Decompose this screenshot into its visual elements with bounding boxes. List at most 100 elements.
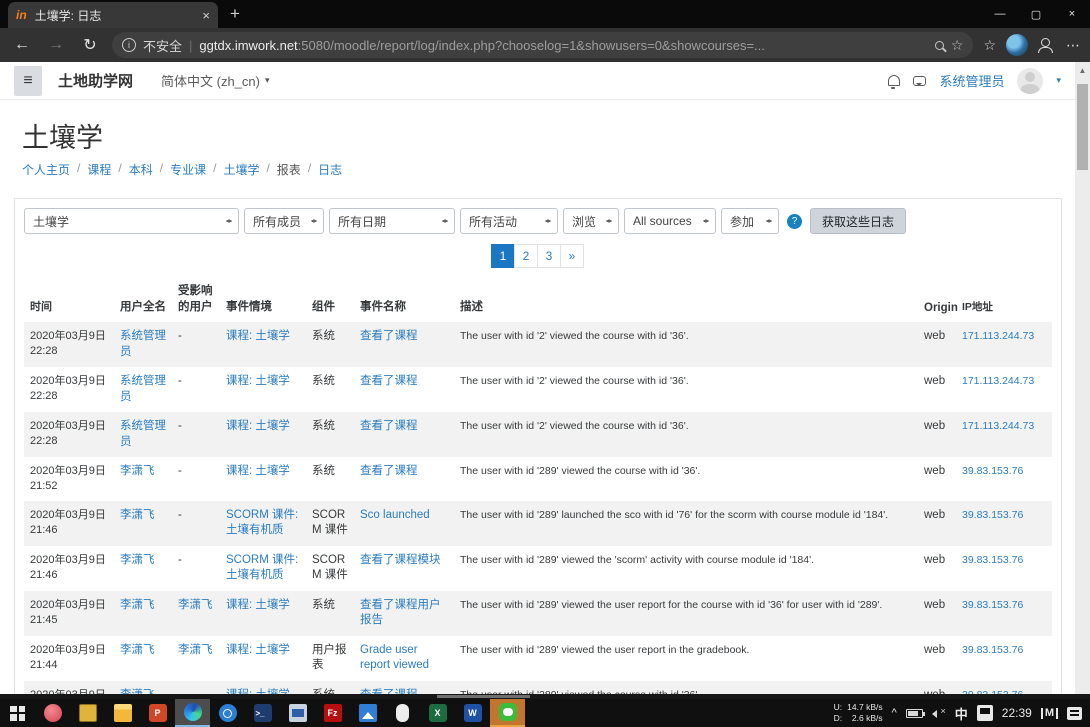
wechat-taskbar-icon[interactable] xyxy=(490,699,525,727)
messages-chat-icon[interactable] xyxy=(913,76,926,86)
cell-affected-user-link[interactable]: 李潇飞 xyxy=(172,636,220,681)
cell-ip-link[interactable]: 171.113.244.73 xyxy=(956,367,1052,412)
page-button-1[interactable]: 1 xyxy=(491,244,515,268)
hamburger-menu-icon[interactable]: ≡ xyxy=(14,66,42,96)
cell-event-name-link[interactable]: 查看了课程 xyxy=(354,322,454,367)
browser-tab[interactable]: in 土壤学: 日志 × xyxy=(8,2,218,28)
powershell-taskbar-icon[interactable]: >_ xyxy=(245,699,280,727)
cell-ip-link[interactable]: 39.83.153.76 xyxy=(956,681,1052,694)
back-icon[interactable]: ← xyxy=(10,36,34,54)
refresh-icon[interactable]: ↻ xyxy=(78,35,102,55)
site-name[interactable]: 土地助学网 xyxy=(58,70,133,91)
share-person-icon[interactable] xyxy=(1038,37,1056,53)
page-button-3[interactable]: 3 xyxy=(537,244,561,268)
cell-event-context-link[interactable]: SCORM 课件: 土壤有机质 xyxy=(220,546,306,591)
bookmark-star-icon[interactable]: ☆ xyxy=(951,37,964,54)
cell-event-name-link[interactable]: 查看了课程 xyxy=(354,681,454,694)
cell-user-link[interactable]: 系统管理员 xyxy=(114,412,172,457)
breadcrumb-item[interactable]: 个人主页 xyxy=(22,161,70,178)
breadcrumb-item[interactable]: 土壤学 xyxy=(223,161,259,178)
cell-event-context-link[interactable]: 课程: 土壤学 xyxy=(220,412,306,457)
cell-ip-link[interactable]: 39.83.153.76 xyxy=(956,457,1052,501)
favorites-bar-icon[interactable]: ☆ xyxy=(983,37,996,54)
notifications-bell-icon[interactable] xyxy=(888,75,900,86)
action-center-icon[interactable] xyxy=(1067,707,1082,720)
vertical-scrollbar-thumb[interactable] xyxy=(1077,84,1088,170)
logged-in-username[interactable]: 系统管理员 xyxy=(939,71,1004,90)
ime-language-indicator[interactable]: 中 xyxy=(955,704,968,723)
scroll-up-arrow-icon[interactable]: ▲ xyxy=(1075,62,1090,75)
volume-muted-icon[interactable]: × xyxy=(932,708,946,719)
cell-user-link[interactable]: 李潇飞 xyxy=(114,501,172,546)
cell-ip-link[interactable]: 39.83.153.76 xyxy=(956,546,1052,591)
box-taskbar-icon[interactable] xyxy=(70,699,105,727)
breadcrumb-item[interactable]: 专业课 xyxy=(170,161,206,178)
new-tab-button[interactable]: + xyxy=(230,4,240,24)
breadcrumb-item[interactable]: 课程 xyxy=(87,161,111,178)
cell-event-context-link[interactable]: 课程: 土壤学 xyxy=(220,591,306,636)
cell-ip-link[interactable]: 39.83.153.76 xyxy=(956,591,1052,636)
cell-ip-link[interactable]: 171.113.244.73 xyxy=(956,412,1052,457)
address-bar[interactable]: i 不安全 | ggtdx.imwork.net:5080/moodle/rep… xyxy=(112,32,973,58)
minimize-button[interactable]: — xyxy=(982,0,1018,28)
participants-filter-select[interactable]: 所有成员 xyxy=(244,208,324,234)
cell-event-name-link[interactable]: 查看了课程 xyxy=(354,412,454,457)
cell-ip-link[interactable]: 39.83.153.76 xyxy=(956,636,1052,681)
edulevel-filter-select[interactable]: 参加 xyxy=(721,208,779,234)
filezilla-taskbar-icon[interactable]: Fz xyxy=(315,699,350,727)
help-icon[interactable]: ? xyxy=(787,214,802,229)
ppt-taskbar-icon[interactable]: P xyxy=(140,699,175,727)
horizontal-scrollbar-thumb[interactable] xyxy=(437,695,530,698)
close-button[interactable]: × xyxy=(1054,0,1090,28)
excel-taskbar-icon[interactable]: X xyxy=(420,699,455,727)
remote-taskbar-icon[interactable] xyxy=(280,699,315,727)
photos-taskbar-icon[interactable] xyxy=(350,699,385,727)
cell-user-link[interactable]: 李潇飞 xyxy=(114,457,172,501)
taskbar-clock[interactable]: 22:39 xyxy=(1002,706,1032,720)
cell-event-context-link[interactable]: 课程: 土壤学 xyxy=(220,681,306,694)
sources-filter-select[interactable]: All sources xyxy=(624,208,716,234)
tray-expand-chevron-icon[interactable]: ^ xyxy=(892,707,897,719)
search-icon[interactable] xyxy=(935,41,944,50)
cell-user-link[interactable]: 李潇飞 xyxy=(114,636,172,681)
forward-icon[interactable]: → xyxy=(44,36,68,54)
cell-event-name-link[interactable]: 查看了课程 xyxy=(354,457,454,501)
tab-close-icon[interactable]: × xyxy=(202,8,210,23)
cell-affected-user-link[interactable]: 李潇飞 xyxy=(172,591,220,636)
cell-event-context-link[interactable]: 课程: 土壤学 xyxy=(220,457,306,501)
cell-event-name-link[interactable]: Sco launched xyxy=(354,501,454,546)
browser-profile-avatar[interactable] xyxy=(1006,34,1028,56)
cell-event-context-link[interactable]: 课程: 土壤学 xyxy=(220,322,306,367)
cell-ip-link[interactable]: 171.113.244.73 xyxy=(956,322,1052,367)
get-logs-button[interactable]: 获取这些日志 xyxy=(810,208,906,234)
search-taskbar-icon[interactable] xyxy=(210,699,245,727)
date-filter-select[interactable]: 所有日期 xyxy=(329,208,455,234)
course-filter-select[interactable]: 土壤学 xyxy=(24,208,239,234)
start-taskbar-icon[interactable] xyxy=(0,699,35,727)
battery-icon[interactable] xyxy=(906,709,923,718)
language-selector[interactable]: 简体中文 (zh_cn) ▾ xyxy=(161,71,270,90)
page-button-next[interactable]: » xyxy=(560,244,584,268)
cell-event-context-link[interactable]: 课程: 土壤学 xyxy=(220,367,306,412)
ime-toolbar-icon[interactable] xyxy=(977,705,993,721)
cell-user-link[interactable]: 李潇飞 xyxy=(114,546,172,591)
cell-event-name-link[interactable]: 查看了课程 xyxy=(354,367,454,412)
breadcrumb-item[interactable]: 本科 xyxy=(129,161,153,178)
cell-event-name-link[interactable]: Grade user report viewed xyxy=(354,636,454,681)
breadcrumb-item[interactable]: 日志 xyxy=(318,161,342,178)
cell-user-link[interactable]: 李潇飞 xyxy=(114,591,172,636)
page-button-2[interactable]: 2 xyxy=(514,244,538,268)
maximize-button[interactable]: ▢ xyxy=(1018,0,1054,28)
info-icon[interactable]: i xyxy=(122,38,136,52)
user-avatar[interactable] xyxy=(1017,68,1043,94)
utility-taskbar-icon[interactable] xyxy=(385,699,420,727)
cell-user-link[interactable]: 系统管理员 xyxy=(114,322,172,367)
menu-dots-icon[interactable]: ⋯ xyxy=(1066,37,1080,54)
user-menu-caret-icon[interactable]: ▾ xyxy=(1056,75,1061,86)
word-taskbar-icon[interactable]: W xyxy=(455,699,490,727)
explorer-taskbar-icon[interactable] xyxy=(105,699,140,727)
cell-event-name-link[interactable]: 查看了课程用户报告 xyxy=(354,591,454,636)
cell-event-context-link[interactable]: 课程: 土壤学 xyxy=(220,636,306,681)
cell-event-name-link[interactable]: 查看了课程模块 xyxy=(354,546,454,591)
media-taskbar-icon[interactable] xyxy=(35,699,70,727)
